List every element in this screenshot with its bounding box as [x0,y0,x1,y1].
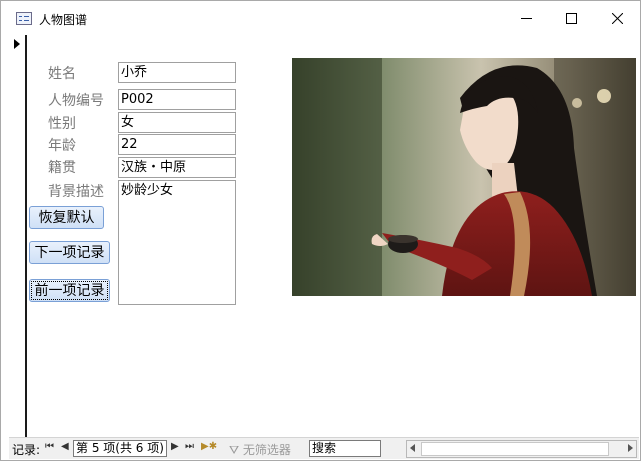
app-window: 人物图谱 姓名 人物编号 性别 年龄 籍贯 背景描述 小乔 P002 女 22 … [0,0,641,461]
label-id: 人物编号 [48,93,104,109]
record-navigation-bar: 记录: ⏮ ◀ 第 5 项(共 6 项) ▶ ⏭ ▶✱ ⛛ 无筛选器 搜索 [9,437,639,459]
maximize-icon [565,12,577,24]
age-field[interactable]: 22 [118,134,236,155]
first-record-icon[interactable]: ⏮ [45,441,54,452]
record-label: 记录: [12,443,41,457]
filter-label: 无筛选器 [242,443,291,457]
scroll-thumb[interactable] [421,442,609,456]
next-record-icon[interactable]: ▶ [171,441,179,452]
label-origin: 籍贯 [48,160,76,176]
name-field[interactable]: 小乔 [118,62,236,83]
form-icon [16,12,32,25]
title-bar: 人物图谱 [1,1,640,35]
scroll-left-icon[interactable] [410,444,415,452]
window-title: 人物图谱 [39,13,88,27]
last-record-icon[interactable]: ⏭ [185,441,194,452]
id-field[interactable]: P002 [118,89,236,110]
record-position-field[interactable]: 第 5 项(共 6 项) [73,440,167,457]
label-age: 年龄 [48,138,76,154]
close-button[interactable] [594,1,640,35]
minimize-icon [520,17,532,19]
character-photo [292,58,636,296]
label-background: 背景描述 [48,184,104,200]
new-record-icon[interactable]: ▶✱ [201,441,217,452]
next-record-button[interactable]: 下一项记录 [29,241,110,264]
origin-field[interactable]: 汉族・中原 [118,157,236,178]
maximize-button[interactable] [548,1,594,35]
label-name: 姓名 [48,66,76,82]
previous-record-button[interactable]: 前一项记录 [29,279,110,302]
background-field[interactable]: 妙龄少女 [118,180,236,305]
horizontal-scrollbar[interactable] [406,440,637,458]
previous-record-icon[interactable]: ◀ [61,441,69,452]
minimize-button[interactable] [503,1,549,35]
restore-default-button[interactable]: 恢复默认 [29,206,104,229]
label-gender: 性别 [48,116,76,132]
record-selector[interactable] [9,35,27,437]
close-icon [611,12,623,24]
gender-field[interactable]: 女 [118,112,236,133]
scroll-right-icon[interactable] [628,444,633,452]
filter-status[interactable]: ⛛ 无筛选器 [229,441,291,458]
search-input[interactable]: 搜索 [309,440,381,457]
filter-icon: ⛛ [229,443,243,457]
current-record-arrow-icon [14,39,20,49]
